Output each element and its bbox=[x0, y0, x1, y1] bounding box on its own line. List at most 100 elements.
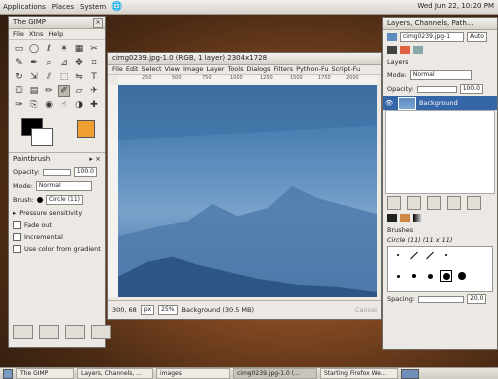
auto-button[interactable]: Auto bbox=[467, 32, 487, 42]
paths-tab-icon[interactable] bbox=[413, 46, 423, 54]
brush-item[interactable] bbox=[472, 249, 484, 261]
network-icon[interactable]: 🌐 bbox=[111, 2, 122, 12]
close-icon[interactable]: × bbox=[93, 18, 103, 28]
img-menu-layer[interactable]: Layer bbox=[206, 64, 224, 74]
eye-icon[interactable]: 👁 bbox=[385, 99, 395, 107]
ink-icon[interactable]: ✑ bbox=[13, 99, 25, 111]
brush-item[interactable] bbox=[408, 249, 420, 261]
patterns-tab-icon[interactable] bbox=[400, 214, 410, 222]
task-firefox[interactable]: Starting Firefox We... bbox=[320, 368, 398, 379]
img-menu-view[interactable]: View bbox=[165, 64, 180, 74]
clone-icon[interactable]: ⎘ bbox=[28, 99, 40, 111]
img-menu-file[interactable]: File bbox=[112, 64, 123, 74]
brush-item[interactable] bbox=[424, 249, 436, 261]
brush-item[interactable] bbox=[472, 270, 484, 282]
delete-options-button[interactable] bbox=[65, 325, 85, 339]
task-gimp[interactable]: The GIMP bbox=[16, 368, 74, 379]
options-menu-icon[interactable]: ▸ × bbox=[89, 155, 101, 163]
save-options-button[interactable] bbox=[13, 325, 33, 339]
opacity-slider[interactable] bbox=[42, 168, 71, 176]
airbrush-icon[interactable]: ✈ bbox=[88, 85, 100, 97]
img-menu-image[interactable]: Image bbox=[183, 64, 203, 74]
cancel-button[interactable]: Cancel bbox=[355, 306, 377, 314]
img-menu-script[interactable]: Script-Fu bbox=[331, 64, 360, 74]
task-images[interactable]: images bbox=[156, 368, 230, 379]
restore-options-button[interactable] bbox=[39, 325, 59, 339]
brush-preview-icon[interactable] bbox=[36, 197, 43, 203]
applications-menu[interactable]: Applications bbox=[0, 3, 49, 11]
img-menu-dialogs[interactable]: Dialogs bbox=[246, 64, 270, 74]
heal-icon[interactable]: ✚ bbox=[88, 99, 100, 111]
ellipse-select-icon[interactable]: ◯ bbox=[28, 43, 40, 55]
bucket-icon[interactable]: ⛋ bbox=[13, 85, 25, 97]
brush-item-selected[interactable] bbox=[440, 270, 452, 282]
eraser-icon[interactable]: ▱ bbox=[73, 85, 85, 97]
rect-select-icon[interactable]: ▭ bbox=[13, 43, 25, 55]
places-menu[interactable]: Places bbox=[49, 3, 77, 11]
spacing-slider[interactable] bbox=[418, 295, 465, 303]
layers-tab-icon[interactable] bbox=[387, 46, 397, 54]
pressure-sensitivity-expander[interactable]: ▸ Pressure sensitivity bbox=[9, 207, 105, 219]
text-icon[interactable]: T bbox=[88, 71, 100, 83]
measure-icon[interactable]: ⊿ bbox=[58, 57, 70, 69]
reset-options-button[interactable] bbox=[91, 325, 111, 339]
channels-tab-icon[interactable] bbox=[400, 46, 410, 54]
dock-titlebar[interactable]: Layers, Channels, Path... bbox=[383, 18, 497, 30]
task-image-window[interactable]: cimg0239.jpg-1.0 (... bbox=[233, 368, 317, 379]
flip-icon[interactable]: ⇋ bbox=[73, 71, 85, 83]
lasso-icon[interactable]: ℓ bbox=[43, 43, 55, 55]
convolve-icon[interactable]: ◉ bbox=[43, 99, 55, 111]
fade-out-option[interactable]: Fade out bbox=[9, 219, 105, 231]
brush-item[interactable] bbox=[440, 249, 452, 261]
layer-name[interactable]: Background bbox=[419, 99, 458, 107]
menu-file[interactable]: File bbox=[13, 29, 24, 39]
img-menu-select[interactable]: Select bbox=[141, 64, 161, 74]
menu-help[interactable]: Help bbox=[48, 29, 63, 39]
incremental-checkbox[interactable] bbox=[13, 233, 21, 241]
layer-row-background[interactable]: 👁 Background bbox=[383, 96, 497, 110]
scissors-icon[interactable]: ✂ bbox=[88, 43, 100, 55]
incremental-option[interactable]: Incremental bbox=[9, 231, 105, 243]
img-menu-filters[interactable]: Filters bbox=[274, 64, 293, 74]
pencil-icon[interactable]: ✏ bbox=[43, 85, 55, 97]
smudge-icon[interactable]: ☝ bbox=[58, 99, 70, 111]
brush-item[interactable] bbox=[408, 270, 420, 282]
scale-icon[interactable]: ⇲ bbox=[28, 71, 40, 83]
brush-item[interactable] bbox=[456, 270, 468, 282]
mode-select[interactable]: Normal bbox=[35, 181, 92, 191]
zoom-icon[interactable]: ⌕ bbox=[43, 57, 55, 69]
gradient-checkbox[interactable] bbox=[13, 245, 21, 253]
spacing-input[interactable]: 20.0 bbox=[467, 294, 487, 304]
brush-item[interactable] bbox=[392, 249, 404, 261]
perspective-icon[interactable]: ⬚ bbox=[58, 71, 70, 83]
zoom-select[interactable]: 25% bbox=[158, 305, 178, 315]
lower-layer-button[interactable] bbox=[427, 196, 441, 210]
brush-item[interactable] bbox=[424, 270, 436, 282]
task-layers[interactable]: Layers, Channels, ... bbox=[77, 368, 153, 379]
gradients-tab-icon[interactable] bbox=[413, 214, 423, 222]
active-pattern-swatch[interactable] bbox=[77, 120, 95, 138]
image-canvas[interactable] bbox=[118, 85, 377, 297]
brushes-tab-icon[interactable] bbox=[387, 214, 397, 222]
background-color-swatch[interactable] bbox=[31, 128, 53, 146]
shear-icon[interactable]: ⫽ bbox=[43, 71, 55, 83]
unit-select[interactable]: px bbox=[140, 305, 155, 315]
crop-icon[interactable]: ⌗ bbox=[88, 57, 100, 69]
dodge-icon[interactable]: ◑ bbox=[73, 99, 85, 111]
rotate-icon[interactable]: ↻ bbox=[13, 71, 25, 83]
color-select-icon[interactable]: ▦ bbox=[73, 43, 85, 55]
paintbrush-icon[interactable]: ✐ bbox=[58, 85, 70, 97]
show-desktop-icon[interactable] bbox=[3, 368, 13, 379]
clock[interactable]: Wed Jun 22, 10:20 PM bbox=[417, 2, 494, 10]
layer-opacity-slider[interactable] bbox=[416, 85, 457, 93]
color-picker-icon[interactable]: ✒ bbox=[28, 57, 40, 69]
blend-icon[interactable]: ▤ bbox=[28, 85, 40, 97]
brush-item[interactable] bbox=[456, 249, 468, 261]
new-layer-button[interactable] bbox=[387, 196, 401, 210]
workspace-switcher[interactable] bbox=[401, 368, 419, 379]
fade-out-checkbox[interactable] bbox=[13, 221, 21, 229]
paths-icon[interactable]: ✎ bbox=[13, 57, 25, 69]
image-select[interactable]: cimg0239.jpg-1 bbox=[400, 32, 464, 42]
raise-layer-button[interactable] bbox=[407, 196, 421, 210]
menu-xtns[interactable]: Xtns bbox=[29, 29, 44, 39]
